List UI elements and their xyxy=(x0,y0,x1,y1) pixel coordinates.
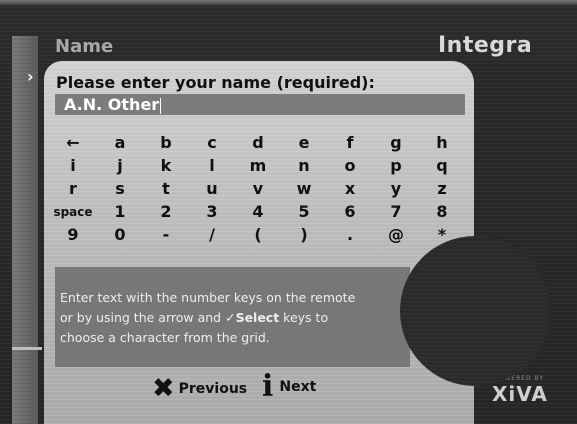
key-a[interactable]: a xyxy=(97,133,143,152)
previous-label: Previous xyxy=(178,380,248,397)
key-v[interactable]: v xyxy=(235,179,281,198)
select-key-label: Select xyxy=(235,310,280,325)
panel-notch xyxy=(400,236,550,386)
nav-indicator-icon: › xyxy=(27,67,34,86)
key-1[interactable]: 1 xyxy=(97,202,143,221)
key-7[interactable]: 7 xyxy=(373,202,419,221)
key-z[interactable]: z xyxy=(419,179,465,198)
key-q[interactable]: q xyxy=(419,156,465,175)
left-sidebar xyxy=(12,36,38,424)
key-3[interactable]: 3 xyxy=(189,202,235,221)
key-w[interactable]: w xyxy=(281,179,327,198)
key-l[interactable]: l xyxy=(189,156,235,175)
key-f[interactable]: f xyxy=(327,133,373,152)
name-input-value: A.N. Other xyxy=(64,95,160,114)
integra-logo: Integra xyxy=(438,33,533,58)
key-8[interactable]: 8 xyxy=(419,202,465,221)
key-space[interactable]: space xyxy=(50,205,96,219)
x-icon: ✖ xyxy=(152,373,175,404)
key-4[interactable]: 4 xyxy=(235,202,281,221)
key-u[interactable]: u xyxy=(189,179,235,198)
key-)[interactable]: ) xyxy=(281,225,327,244)
key-9[interactable]: 9 xyxy=(50,225,96,244)
info-icon: i xyxy=(262,369,274,404)
key-s[interactable]: s xyxy=(97,179,143,198)
key-t[interactable]: t xyxy=(143,179,189,198)
key-/[interactable]: / xyxy=(189,225,235,244)
key-b[interactable]: b xyxy=(143,133,189,152)
key-d[interactable]: d xyxy=(235,133,281,152)
key-g[interactable]: g xyxy=(373,133,419,152)
key-backspace[interactable]: ← xyxy=(50,133,96,152)
name-input[interactable]: A.N. Other xyxy=(55,94,465,115)
key-r[interactable]: r xyxy=(50,179,96,198)
key-h[interactable]: h xyxy=(419,133,465,152)
key-y[interactable]: y xyxy=(373,179,419,198)
xiva-logo: XiVA xyxy=(492,382,548,406)
entry-prompt: Please enter your name (required): xyxy=(56,73,375,92)
help-line-2: or by using the arrow and ✓Select keys t… xyxy=(60,310,329,325)
sidebar-divider xyxy=(12,347,42,350)
key-p[interactable]: p xyxy=(373,156,419,175)
key-i[interactable]: i xyxy=(50,156,96,175)
help-line-3: choose a character from the grid. xyxy=(60,330,270,345)
key-e[interactable]: e xyxy=(281,133,327,152)
help-line-1: Enter text with the number keys on the r… xyxy=(60,290,356,305)
key-k[interactable]: k xyxy=(143,156,189,175)
help-text: Enter text with the number keys on the r… xyxy=(60,288,412,348)
text-cursor xyxy=(160,97,162,114)
key--[interactable]: - xyxy=(143,225,189,244)
key-c[interactable]: c xyxy=(189,133,235,152)
key-o[interactable]: o xyxy=(327,156,373,175)
next-label: Next xyxy=(279,379,317,395)
key-m[interactable]: m xyxy=(235,156,281,175)
key-([interactable]: ( xyxy=(235,225,281,244)
page-title: Name xyxy=(55,36,114,57)
key-0[interactable]: 0 xyxy=(97,225,143,244)
key-5[interactable]: 5 xyxy=(281,202,327,221)
next-button[interactable]: i Next xyxy=(262,372,316,402)
key-n[interactable]: n xyxy=(281,156,327,175)
key-6[interactable]: 6 xyxy=(327,202,373,221)
check-icon: ✓ xyxy=(225,310,236,325)
key-2[interactable]: 2 xyxy=(143,202,189,221)
key-x[interactable]: x xyxy=(327,179,373,198)
key-j[interactable]: j xyxy=(97,156,143,175)
key-@[interactable]: @ xyxy=(373,225,419,244)
key-.[interactable]: . xyxy=(327,225,373,244)
previous-button[interactable]: ✖ Previous xyxy=(152,375,247,402)
